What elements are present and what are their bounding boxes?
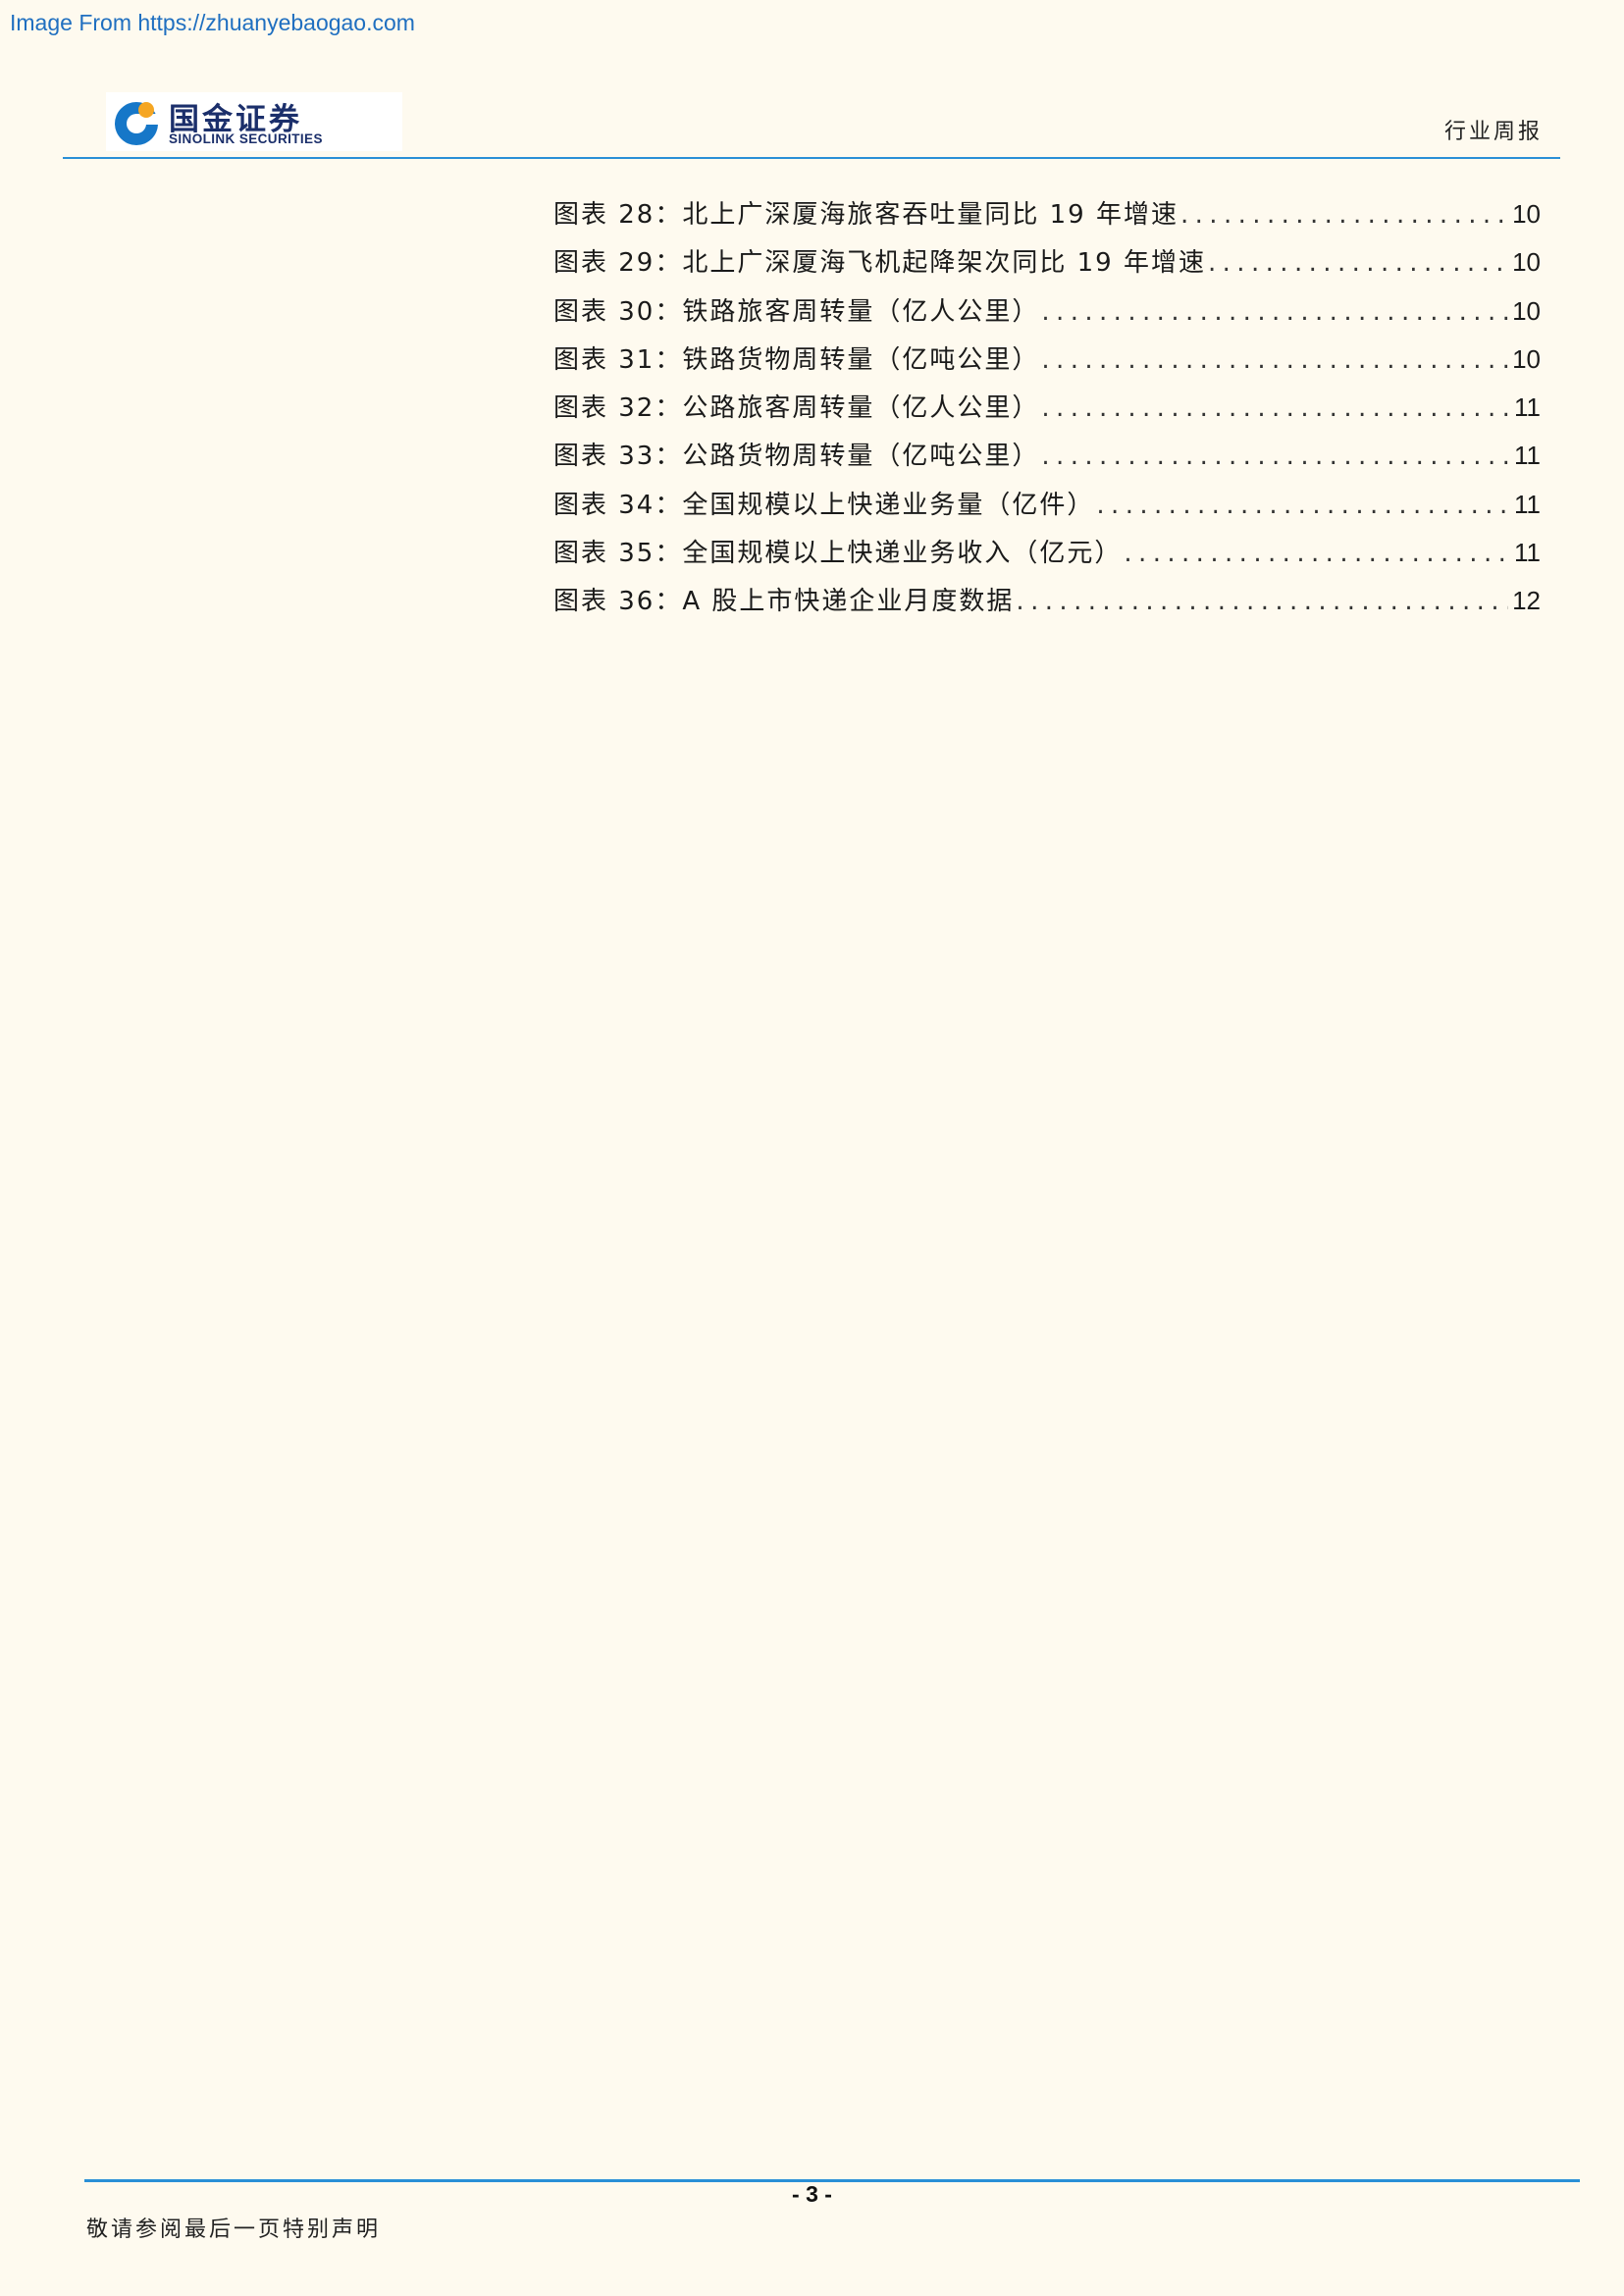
page-header: 国金证券 SINOLINK SECURITIES 行业周报 xyxy=(63,90,1560,159)
toc-leader-dots: ........................................… xyxy=(1124,539,1510,569)
toc-entry[interactable]: 图表 28：北上广深厦海旅客吞吐量同比 19 年增速 .............… xyxy=(553,194,1541,242)
toc-entry-page: 11 xyxy=(1514,441,1541,471)
toc-entry[interactable]: 图表 34：全国规模以上快递业务量（亿件） ..................… xyxy=(553,485,1541,533)
toc-entry[interactable]: 图表 35：全国规模以上快递业务收入（亿元） .................… xyxy=(553,533,1541,581)
toc-entry-title: 图表 36：A 股上市快递企业月度数据 xyxy=(553,587,1015,617)
toc-entry[interactable]: 图表 30：铁路旅客周转量（亿人公里） ....................… xyxy=(553,291,1541,339)
toc-entry-page: 10 xyxy=(1512,199,1541,229)
toc-entry-page: 11 xyxy=(1514,392,1541,423)
toc-entry[interactable]: 图表 33：公路货物周转量（亿吨公里） ....................… xyxy=(553,436,1541,484)
toc-entry-page: 10 xyxy=(1512,295,1541,326)
toc-entry-title: 图表 30：铁路旅客周转量（亿人公里） xyxy=(553,296,1040,327)
toc-entry-page: 10 xyxy=(1512,343,1541,374)
sinolink-logo-icon xyxy=(115,102,160,145)
toc-entry-page: 11 xyxy=(1514,538,1541,568)
toc-leader-dots: ........................................… xyxy=(1041,296,1508,327)
toc-entry-page: 10 xyxy=(1512,247,1541,278)
toc-entry-page: 11 xyxy=(1514,489,1541,519)
toc-entry-title: 图表 32：公路旅客周转量（亿人公里） xyxy=(553,393,1040,424)
toc-leader-dots: ........................................… xyxy=(1096,490,1510,520)
toc-entry[interactable]: 图表 36：A 股上市快递企业月度数据 ....................… xyxy=(553,581,1541,629)
toc-entry-title: 图表 34：全国规模以上快递业务量（亿件） xyxy=(553,490,1095,520)
logo-english-name: SINOLINK SECURITIES xyxy=(169,131,323,146)
toc-entry-title: 图表 33：公路货物周转量（亿吨公里） xyxy=(553,442,1040,472)
toc-entry-title: 图表 35：全国规模以上快递业务收入（亿元） xyxy=(553,539,1123,569)
toc-leader-dots: ........................................… xyxy=(1179,200,1509,230)
toc-leader-dots: ........................................… xyxy=(1041,393,1510,424)
source-watermark: Image From https://zhuanyebaogao.com xyxy=(10,10,415,35)
toc-leader-dots: ........................................… xyxy=(1207,248,1509,279)
toc-leader-dots: ........................................… xyxy=(1041,442,1510,472)
toc-entry-title: 图表 28：北上广深厦海旅客吞吐量同比 19 年增速 xyxy=(553,200,1179,230)
toc-entry-page: 12 xyxy=(1512,586,1541,616)
toc-leader-dots: ........................................… xyxy=(1016,587,1508,617)
toc-entry[interactable]: 图表 32：公路旅客周转量（亿人公里） ....................… xyxy=(553,388,1541,436)
toc-entry-title: 图表 31：铁路货物周转量（亿吨公里） xyxy=(553,344,1040,375)
toc-entry[interactable]: 图表 29：北上广深厦海飞机起降架次同比 19 年增速 ............… xyxy=(553,242,1541,290)
report-type-label: 行业周报 xyxy=(1443,120,1543,144)
disclaimer-note: 敬请参阅最后一页特别声明 xyxy=(86,2218,382,2242)
page-number: - 3 - xyxy=(792,2181,832,2207)
toc-entry[interactable]: 图表 31：铁路货物周转量（亿吨公里） ....................… xyxy=(553,339,1541,388)
toc-entry-title: 图表 29：北上广深厦海飞机起降架次同比 19 年增速 xyxy=(553,248,1206,279)
toc-leader-dots: ........................................… xyxy=(1041,344,1508,375)
company-logo: 国金证券 SINOLINK SECURITIES xyxy=(106,92,402,151)
figure-list: 图表 28：北上广深厦海旅客吞吐量同比 19 年增速 .............… xyxy=(553,194,1541,630)
